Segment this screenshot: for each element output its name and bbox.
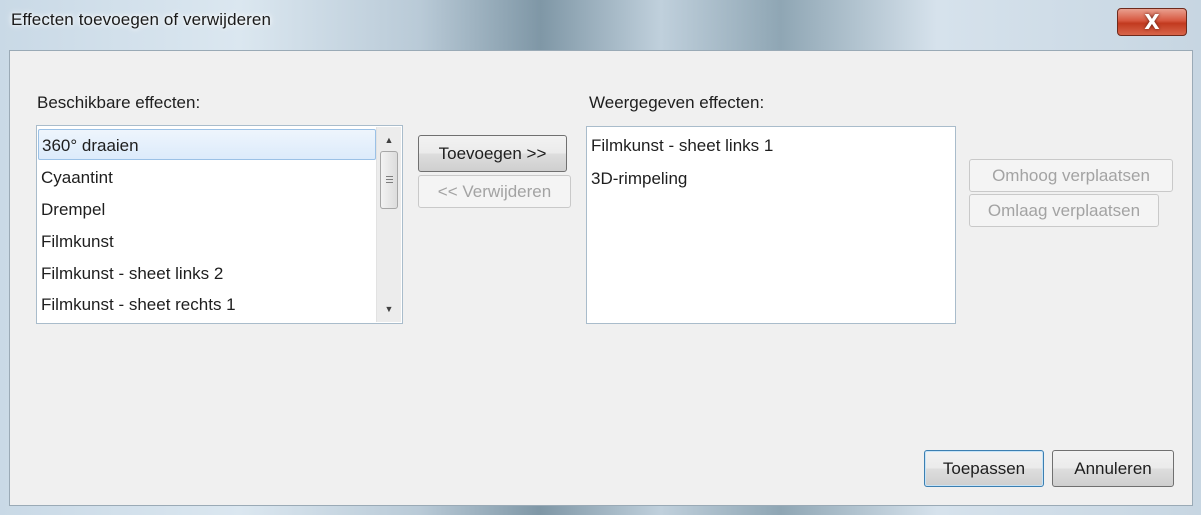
list-item-label: Filmkunst — [41, 232, 114, 251]
apply-button[interactable]: Toepassen — [924, 450, 1044, 487]
list-item-label: 3D-rimpeling — [591, 169, 688, 188]
title-bar[interactable]: Effecten toevoegen of verwijderen X — [0, 0, 1201, 46]
cancel-button[interactable]: Annuleren — [1052, 450, 1174, 487]
dialog-window: Effecten toevoegen of verwijderen X Besc… — [0, 0, 1201, 515]
add-effect-button[interactable]: Toevoegen >> — [418, 135, 567, 172]
remove-effect-button[interactable]: << Verwijderen — [418, 175, 571, 208]
close-button[interactable]: X — [1117, 8, 1187, 36]
scroll-down-arrow[interactable]: ▼ — [377, 298, 401, 320]
list-item[interactable]: Drempel — [38, 194, 376, 225]
chevron-down-icon: ▼ — [384, 304, 394, 314]
shown-effects-list[interactable]: Filmkunst - sheet links 1 3D-rimpeling — [586, 126, 956, 324]
list-item-label: Cyaantint — [41, 168, 113, 187]
list-item[interactable]: Filmkunst - sheet links 1 — [588, 130, 948, 161]
list-item-label: Filmkunst - sheet links 2 — [41, 264, 224, 283]
list-item[interactable]: Filmkunst — [38, 226, 376, 257]
remove-effect-label: << Verwijderen — [437, 181, 552, 201]
list-item-label: Filmkunst - sheet links 1 — [591, 136, 774, 155]
chevron-up-icon: ▲ — [384, 135, 394, 145]
move-down-label: Omlaag verplaatsen — [987, 200, 1141, 220]
add-effect-label: Toevoegen >> — [438, 143, 547, 163]
list-item[interactable]: Filmkunst - sheet links 2 — [38, 258, 376, 289]
apply-label: Toepassen — [942, 458, 1026, 478]
move-up-label: Omhoog verplaatsen — [992, 165, 1150, 185]
dialog-content: Beschikbare effecten: 360° draaien Cyaan… — [9, 50, 1193, 506]
list-scrollbar[interactable]: ▲ ▼ — [376, 127, 401, 322]
list-item-label: Filmkunst - sheet rechts 1 — [41, 295, 236, 314]
available-effects-label: Beschikbare effecten: — [37, 93, 201, 112]
list-item[interactable]: 360° draaien — [38, 129, 376, 160]
list-item[interactable]: Cyaantint — [38, 162, 376, 193]
list-item-label: 360° draaien — [42, 136, 139, 155]
move-down-button[interactable]: Omlaag verplaatsen — [969, 194, 1159, 227]
list-item[interactable]: Filmkunst - sheet rechts 1 — [38, 289, 376, 320]
scroll-up-arrow[interactable]: ▲ — [377, 129, 401, 151]
scroll-thumb[interactable] — [380, 151, 398, 209]
shown-effects-label: Weergegeven effecten: — [589, 93, 765, 112]
list-item-label: Drempel — [41, 200, 106, 219]
grip-icon — [385, 175, 393, 185]
cancel-label: Annuleren — [1074, 458, 1152, 478]
available-effects-list[interactable]: 360° draaien Cyaantint Drempel Filmkunst… — [36, 125, 403, 324]
list-item[interactable]: 3D-rimpeling — [588, 163, 948, 194]
close-icon: X — [1144, 10, 1160, 34]
move-up-button[interactable]: Omhoog verplaatsen — [969, 159, 1173, 192]
window-title: Effecten toevoegen of verwijderen — [11, 10, 272, 29]
